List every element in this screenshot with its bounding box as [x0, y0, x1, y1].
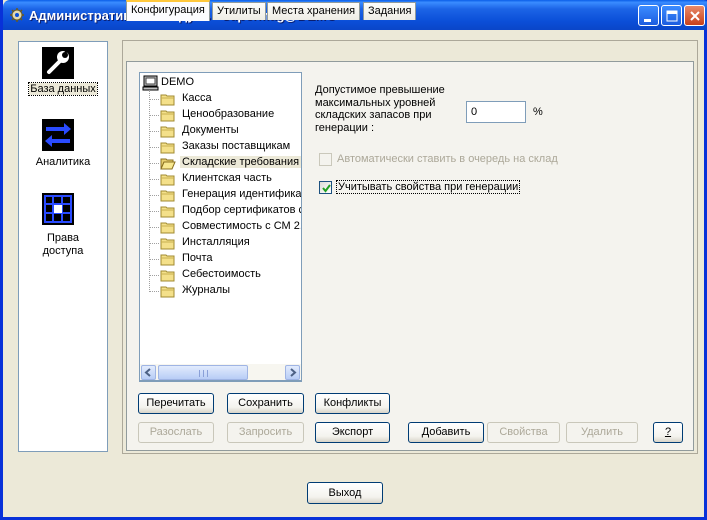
tab-configuration[interactable]: Конфигурация — [126, 0, 210, 21]
percent-label: % — [533, 106, 543, 118]
folder-icon — [160, 269, 176, 282]
tree-item-label: Генерация идентификат — [182, 188, 302, 200]
nav-panel: База данных Аналитика Права доступа — [18, 41, 108, 452]
delete-button[interactable]: Удалить — [566, 422, 638, 443]
reread-button[interactable]: Перечитать — [138, 393, 214, 414]
folder-icon — [160, 189, 176, 202]
folder-icon — [160, 205, 176, 218]
tab-utilities[interactable]: Утилиты — [212, 2, 266, 20]
minimize-button[interactable] — [638, 5, 659, 26]
exit-button[interactable]: Выход — [307, 482, 383, 504]
tree-item-label: Инсталляция — [182, 236, 250, 248]
tree-item-label: Подбор сертификатов с — [182, 204, 302, 216]
conflicts-button[interactable]: Конфликты — [315, 393, 390, 414]
auto-queue-checkbox[interactable] — [319, 153, 332, 166]
consider-props-checkbox[interactable] — [319, 181, 332, 194]
nav-label-access-rights: Права доступа — [42, 232, 84, 257]
tree-item-label: Складские требования — [180, 156, 301, 168]
computer-icon — [142, 75, 160, 94]
app-window: Административный модуль - supermag@DEMO … — [0, 0, 707, 520]
tree-item-label: Заказы поставщикам — [182, 140, 291, 152]
tree-connector — [149, 90, 150, 292]
nav-label-database: База данных — [28, 82, 98, 96]
send-button[interactable]: Разослать — [138, 422, 214, 443]
request-button[interactable]: Запросить — [227, 422, 304, 443]
properties-button[interactable]: Свойства — [487, 422, 560, 443]
chevron-right-icon — [290, 368, 297, 377]
tree-item-label: Почта — [182, 252, 213, 264]
config-tree[interactable]: DEMO Касса Ценообразование Документы Заказы… — [139, 72, 302, 382]
folder-icon — [160, 173, 176, 186]
consider-props-label: Учитывать свойства при генерации — [335, 180, 521, 194]
app-gear-icon — [9, 7, 25, 23]
tree-horizontal-scrollbar[interactable] — [139, 364, 302, 381]
nav-label-analytics: Аналитика — [35, 156, 91, 168]
wrench-icon — [41, 46, 75, 80]
folder-icon — [160, 93, 176, 106]
folder-icon — [160, 237, 176, 250]
tree-item-label: Клиентская часть — [182, 172, 272, 184]
maximize-icon — [666, 10, 678, 22]
tab-tasks[interactable]: Задания — [363, 2, 417, 20]
help-button[interactable]: ? — [653, 422, 683, 443]
grid-icon — [41, 192, 75, 226]
chevron-left-icon — [144, 368, 151, 377]
scroll-right-button[interactable] — [285, 365, 300, 380]
minimize-icon — [644, 19, 651, 22]
add-button[interactable]: Добавить — [408, 422, 484, 443]
tree-root-label: DEMO — [161, 76, 194, 88]
tree-item-label: Себестоимость — [182, 268, 261, 280]
folder-open-icon — [160, 157, 176, 170]
close-icon — [690, 11, 700, 21]
folder-icon — [160, 141, 176, 154]
checkmark-icon — [322, 184, 331, 193]
tree-item-label: Ценообразование — [182, 108, 275, 120]
tree-item-label: Совместимость с СМ 2. — [182, 220, 302, 232]
tree-item-label: Касса — [182, 92, 212, 104]
scroll-left-button[interactable] — [141, 365, 156, 380]
folder-icon — [160, 253, 176, 266]
arrows-icon — [41, 118, 75, 152]
folder-icon — [160, 109, 176, 122]
folder-icon — [160, 285, 176, 298]
maximize-button[interactable] — [661, 5, 682, 26]
folder-icon — [160, 125, 176, 138]
close-button[interactable] — [684, 5, 705, 26]
tab-storage-locations[interactable]: Места хранения — [267, 2, 361, 20]
tree-item-label: Журналы — [182, 284, 231, 296]
auto-queue-label: Автоматически ставить в очередь на склад — [337, 153, 558, 165]
tree-item-label: Документы — [182, 124, 239, 136]
excess-limit-input[interactable] — [466, 101, 526, 123]
scroll-thumb[interactable] — [158, 365, 248, 380]
export-button[interactable]: Экспорт — [315, 422, 390, 443]
save-button[interactable]: Сохранить — [227, 393, 304, 414]
folder-icon — [160, 221, 176, 234]
excess-limit-label: Допустимое превышение максимальных уровн… — [315, 84, 445, 134]
